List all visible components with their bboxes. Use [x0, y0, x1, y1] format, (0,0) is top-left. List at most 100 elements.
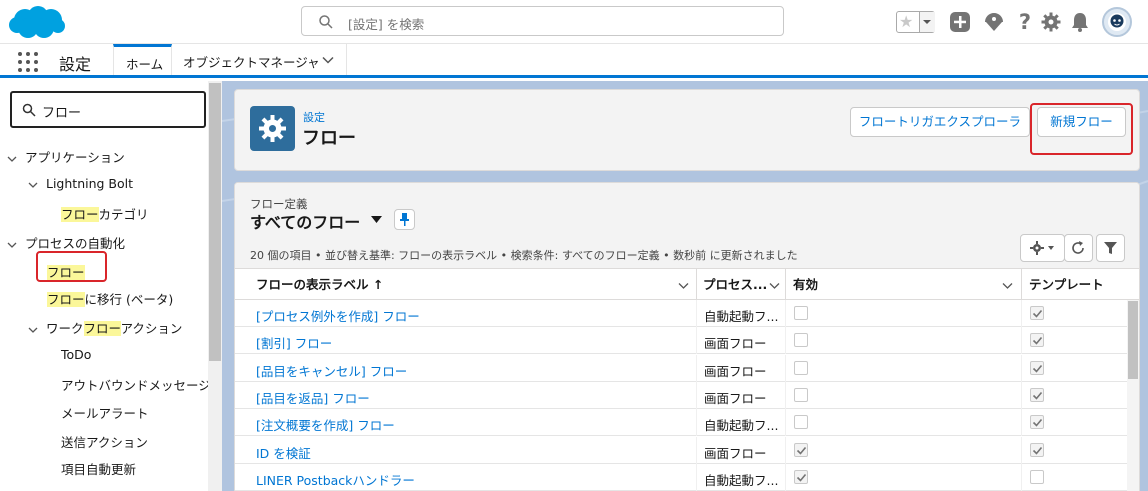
template-checkbox — [1030, 306, 1044, 320]
quick-find-input[interactable]: フロー — [10, 91, 206, 128]
tree-item-label: カテゴリ — [98, 207, 149, 222]
process-type-cell: 画面フロー — [704, 445, 767, 461]
template-checkbox — [1030, 469, 1044, 484]
favorites-button[interactable]: ★ — [896, 11, 935, 33]
flow-label-link[interactable]: [割引] フロー — [256, 333, 332, 352]
process-type-cell: 自動起動フ... — [704, 472, 779, 488]
checkmark-icon — [796, 473, 807, 482]
tree-item-outbound-messages[interactable]: アウトバウンドメッセージ — [61, 375, 211, 394]
tab-home-label: ホーム — [126, 57, 164, 72]
caret-down-icon[interactable] — [371, 216, 382, 224]
tab-home[interactable]: ホーム — [113, 44, 172, 75]
user-avatar[interactable] — [1102, 7, 1132, 37]
column-divider — [696, 354, 697, 382]
template-checkbox — [1030, 333, 1044, 348]
list-view-header: フロー定義 すべてのフロー 20 個の項目 • 並び替え基準: フローの表示ラベ… — [235, 183, 1139, 269]
column-divider[interactable] — [785, 269, 786, 300]
breadcrumb[interactable]: 設定 — [303, 109, 325, 125]
flow-trigger-explorer-button[interactable]: フロートリガエクスプローラ — [850, 107, 1030, 137]
active-checkbox — [794, 415, 808, 430]
setup-gear-icon[interactable] — [1039, 10, 1063, 34]
column-header-label[interactable]: フローの表示ラベル ↑ — [256, 269, 383, 300]
column-divider — [696, 463, 697, 491]
flow-label-link[interactable]: LINER Postbackハンドラー — [256, 470, 415, 489]
column-divider — [785, 463, 786, 491]
scrollbar-thumb[interactable] — [209, 83, 221, 361]
column-divider[interactable] — [696, 269, 697, 300]
tree-item-todo[interactable]: ToDo — [61, 347, 91, 362]
nav-divider — [346, 44, 347, 75]
main-content: 設定 フロー フロートリガエクスプローラ 新規フロー フロー定義 すべてのフロー… — [222, 81, 1148, 491]
setup-sidebar: フロー アプリケーション Lightning Bolt フローカテゴリ プロセス… — [0, 81, 222, 491]
global-actions-plus-icon[interactable] — [948, 10, 972, 34]
caret-down-icon — [923, 20, 931, 24]
column-header-active[interactable]: 有効 — [793, 269, 818, 300]
chevron-down-icon — [28, 327, 38, 333]
search-highlight: フロー — [47, 292, 85, 307]
template-checkbox — [1030, 387, 1044, 402]
tree-item-email-alerts[interactable]: メールアラート — [61, 403, 149, 422]
tree-item-flow-category[interactable]: フローカテゴリ — [61, 204, 149, 223]
trailhead-guidance-icon[interactable] — [982, 10, 1006, 34]
tree-item-send-actions[interactable]: 送信アクション — [61, 432, 148, 451]
column-divider — [696, 300, 697, 327]
table-row: [プロセス例外を作成] フロー 自動起動フ... — [235, 300, 1139, 327]
column-divider — [1021, 354, 1022, 382]
tree-item-workflow-actions[interactable]: ワークフローアクション — [28, 318, 182, 337]
column-divider — [1021, 381, 1022, 409]
column-header-process-type[interactable]: プロセス... — [703, 269, 767, 300]
help-icon[interactable]: ? — [1013, 10, 1037, 34]
global-search-input[interactable]: [設定] を検索 — [301, 6, 784, 36]
tree-item-process-automation[interactable]: プロセスの自動化 — [7, 233, 125, 252]
flow-label-link[interactable]: [品目を返品] フロー — [256, 388, 370, 407]
page-header: 設定 フロー フロートリガエクスプローラ 新規フロー — [234, 89, 1140, 171]
tree-item-migrate-to-flow[interactable]: フローに移行 (ベータ) — [47, 289, 173, 308]
column-divider — [696, 436, 697, 464]
pin-icon — [400, 213, 409, 226]
column-divider — [785, 409, 786, 437]
column-divider — [785, 300, 786, 327]
checkmark-icon — [1032, 337, 1043, 345]
app-launcher-icon[interactable] — [18, 52, 38, 72]
process-type-cell: 自動起動フ... — [704, 309, 779, 324]
chevron-down-icon[interactable] — [1002, 280, 1013, 291]
tree-item-applications[interactable]: アプリケーション — [7, 147, 125, 166]
list-view-controls-button[interactable] — [1020, 234, 1065, 262]
flow-label-link[interactable]: [品目をキャンセル] フロー — [256, 361, 407, 380]
gear-dropdown-icon — [1030, 241, 1054, 255]
column-header-template[interactable]: テンプレート — [1029, 269, 1104, 300]
scrollbar-thumb[interactable] — [1128, 301, 1138, 379]
column-divider[interactable] — [1021, 269, 1022, 300]
column-divider — [785, 354, 786, 382]
tree-item-label: アプリケーション — [25, 150, 125, 165]
chevron-down-icon[interactable] — [678, 280, 689, 291]
column-divider — [1021, 463, 1022, 491]
favorites-dropdown[interactable] — [919, 12, 935, 32]
global-header: [設定] を検索 ★ ? — [0, 0, 1148, 44]
tree-item-lightning-bolt[interactable]: Lightning Bolt — [28, 176, 133, 191]
checkmark-icon — [796, 446, 807, 455]
notifications-bell-icon[interactable] — [1068, 10, 1092, 34]
filter-button[interactable] — [1096, 234, 1125, 262]
salesforce-logo[interactable] — [8, 5, 66, 39]
tab-object-manager[interactable]: オブジェクトマネージャ — [183, 52, 320, 71]
sidebar-scrollbar[interactable] — [208, 81, 222, 491]
chevron-down-icon[interactable] — [322, 54, 334, 66]
active-checkbox — [794, 333, 808, 348]
chevron-down-icon — [7, 242, 17, 248]
checkmark-icon — [1032, 309, 1043, 318]
star-icon: ★ — [899, 12, 914, 31]
pin-list-view-button[interactable] — [394, 209, 415, 230]
table-scrollbar[interactable] — [1127, 300, 1139, 491]
tree-item-field-updates[interactable]: 項目自動更新 — [61, 459, 136, 478]
active-checkbox — [794, 469, 808, 484]
list-view-name[interactable]: すべてのフロー — [250, 209, 360, 233]
flow-label-link[interactable]: [注文概要を作成] フロー — [256, 415, 395, 434]
chevron-down-icon — [28, 182, 38, 188]
checkmark-icon — [1032, 391, 1043, 400]
refresh-button[interactable] — [1064, 234, 1093, 262]
search-highlight: フロー — [61, 207, 99, 222]
flow-label-link[interactable]: ID を検証 — [256, 443, 311, 462]
chevron-down-icon[interactable] — [769, 280, 780, 291]
flow-label-link[interactable]: [プロセス例外を作成] フロー — [256, 306, 420, 325]
